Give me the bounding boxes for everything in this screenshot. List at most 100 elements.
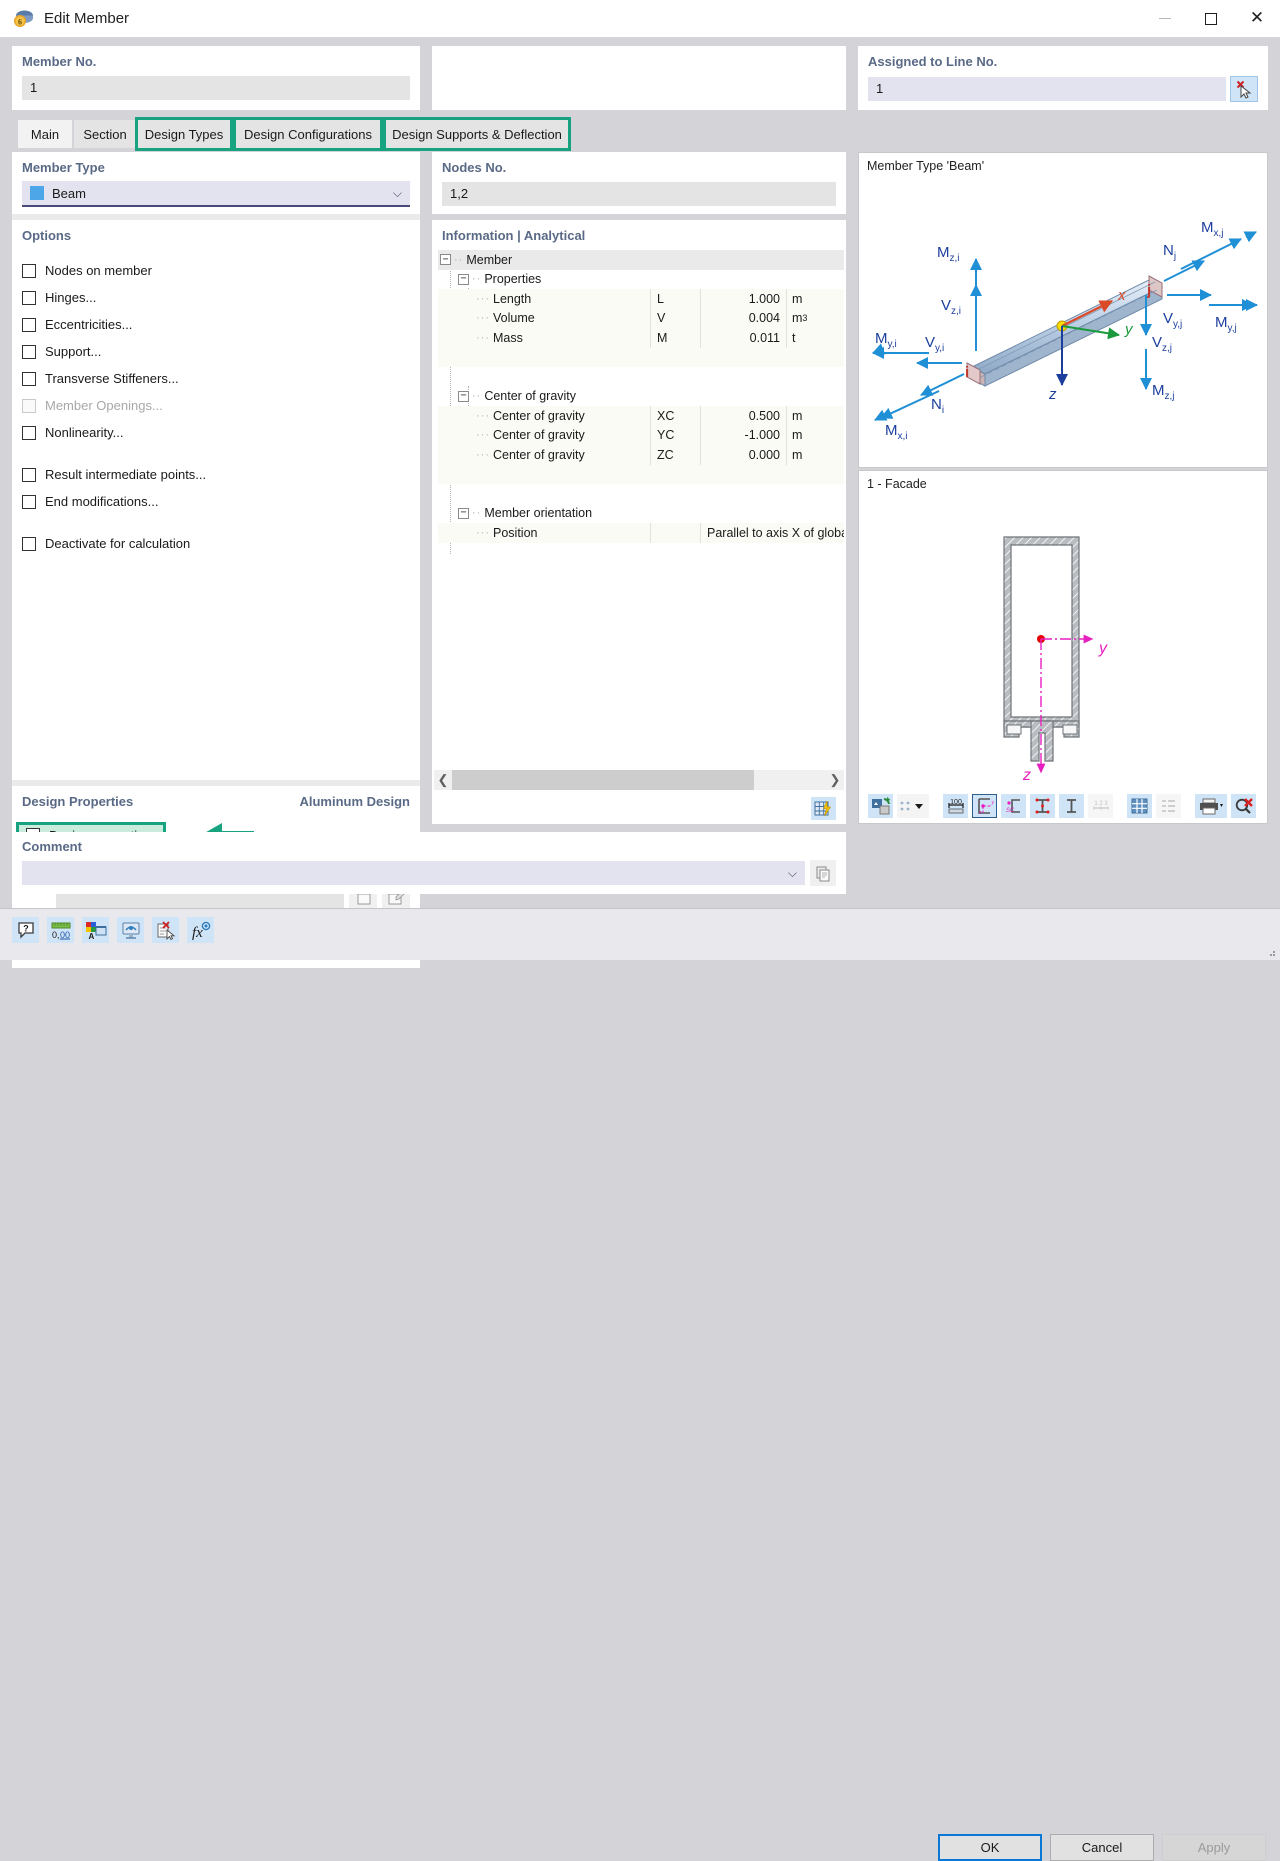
nodes-no-input[interactable]: 1,2	[442, 182, 836, 206]
tree-dots: ···	[476, 292, 490, 305]
scrollbar-track[interactable]	[452, 770, 826, 790]
tree-row-position[interactable]: ··· Position Parallel to axis X of globa	[438, 523, 844, 543]
tree-dots: ···	[476, 429, 490, 442]
tree-symbol: YC	[650, 425, 700, 445]
formula-button[interactable]: fx	[187, 917, 214, 943]
tree-value: 0.000	[700, 445, 786, 465]
option-nodes-on-member[interactable]: Nodes on member	[22, 257, 410, 284]
n-i-arrow	[920, 373, 965, 396]
table-lightning-button[interactable]	[811, 797, 836, 820]
tree-label: Center of gravity	[493, 447, 585, 462]
tab-highlight-design-types	[135, 117, 233, 151]
shear-center-button[interactable]: SC	[1001, 794, 1026, 818]
collapse-icon[interactable]: −	[458, 507, 469, 519]
information-panel: Information | Analytical − ·· Member − ·…	[432, 220, 846, 824]
print-button[interactable]	[1195, 794, 1227, 818]
option-result-intermediate-points[interactable]: Result intermediate points...	[22, 461, 410, 488]
zoom-reset-button[interactable]	[1231, 794, 1256, 818]
tree-row-spacer	[438, 464, 844, 484]
minimize-button[interactable]	[1142, 0, 1188, 38]
grid-icon	[1131, 798, 1148, 814]
svg-text:0,: 0,	[52, 930, 60, 940]
beam-body	[966, 275, 1164, 387]
render-mode-button[interactable]	[868, 794, 893, 818]
collapse-icon[interactable]: −	[458, 273, 469, 285]
principal-axes-button[interactable]: y z	[972, 794, 997, 818]
member-type-color-swatch	[30, 186, 44, 200]
chevron-down-icon[interactable]: ⌵	[788, 861, 797, 885]
window-controls: ✕	[1142, 0, 1280, 38]
resize-grip-icon[interactable]	[1266, 947, 1276, 957]
tree-row-member[interactable]: − ·· Member	[438, 250, 844, 270]
mx-i-label: Mx,i	[885, 422, 908, 442]
chevron-right-icon[interactable]: ❯	[826, 772, 844, 788]
title-bar: 6 Edit Member ✕	[0, 0, 1280, 38]
option-nonlinearity[interactable]: Nonlinearity...	[22, 419, 410, 446]
axis-z-label: z	[1048, 386, 1057, 403]
close-button[interactable]: ✕	[1234, 0, 1280, 38]
maximize-button[interactable]	[1188, 0, 1234, 38]
assigned-line-input[interactable]: 1	[868, 77, 1226, 101]
help-button[interactable]: ?	[12, 917, 39, 943]
tree-row-center-of-gravity-yc[interactable]: ··· Center of gravity YC -1.000 m	[438, 425, 844, 445]
tree-row-length[interactable]: ··· Length L 1.000 m	[438, 289, 844, 309]
information-horizontal-scrollbar[interactable]: ❮ ❯	[434, 770, 844, 790]
tree-row-mass[interactable]: ··· Mass M 0.011 t	[438, 328, 844, 348]
cross-section-view[interactable]: 1 - Facade y z 100 y z SC 1 2 3	[858, 470, 1268, 824]
collapse-icon[interactable]: −	[458, 390, 469, 402]
tab-main[interactable]: Main	[18, 120, 72, 148]
collapse-icon[interactable]: −	[440, 254, 451, 266]
nodes-no-panel: Nodes No. 1,2	[432, 152, 846, 214]
delete-object-icon	[157, 920, 175, 940]
tree-row-properties[interactable]: − ·· Properties	[438, 270, 844, 290]
checkbox-icon	[22, 536, 36, 551]
svg-text:6: 6	[18, 17, 22, 26]
scrollbar-thumb[interactable]	[452, 770, 754, 790]
option-transverse-stiffeners[interactable]: Transverse Stiffeners...	[22, 365, 410, 392]
tree-row-member-orientation-group[interactable]: − ·· Member orientation	[438, 504, 844, 524]
information-tree[interactable]: − ·· Member − ·· Properties ··· Length L…	[438, 250, 844, 768]
tab-section[interactable]: Section	[74, 120, 136, 148]
tree-value: -1.000	[700, 425, 786, 445]
display-properties-button[interactable]: A	[82, 917, 109, 943]
pick-line-button[interactable]	[1230, 76, 1258, 102]
cancel-button[interactable]: Cancel	[1050, 1834, 1154, 1861]
tree-dots: ···	[476, 312, 490, 325]
tree-row-center-of-gravity-zc[interactable]: ··· Center of gravity ZC 0.000 m	[438, 445, 844, 465]
tree-dots: ···	[476, 448, 490, 461]
tree-row-volume[interactable]: ··· Volume V 0.004 m3	[438, 308, 844, 328]
delete-object-button[interactable]	[152, 917, 179, 943]
section-outline-icon	[1067, 799, 1076, 813]
tree-symbol: ZC	[650, 445, 700, 465]
copy-comment-button[interactable]	[810, 860, 836, 886]
dimensions-button[interactable]: 100	[943, 794, 968, 818]
stress-points-button[interactable]	[1030, 794, 1055, 818]
main-tab-left-column: Member Type Beam ⌵ Options Nodes on memb…	[12, 152, 420, 968]
mz-i-label: Mz,i	[937, 244, 960, 264]
option-hinges[interactable]: Hinges...	[22, 284, 410, 311]
units-and-decimal-places-button[interactable]: 0, 00	[47, 917, 74, 943]
tree-unit: m3	[786, 308, 838, 328]
option-deactivate-for-calculation[interactable]: Deactivate for calculation	[22, 530, 410, 557]
option-label: Transverse Stiffeners...	[45, 371, 179, 386]
checkbox-icon	[22, 425, 36, 440]
ok-button[interactable]: OK	[938, 1834, 1042, 1861]
option-eccentricities[interactable]: Eccentricities...	[22, 311, 410, 338]
snap-points-dropdown[interactable]	[897, 794, 929, 818]
section-outline-button[interactable]	[1059, 794, 1084, 818]
member-type-combobox[interactable]: Beam ⌵	[22, 181, 410, 207]
comment-combobox[interactable]: ⌵	[22, 861, 805, 885]
grid-button[interactable]	[1127, 794, 1152, 818]
dialog-bottom-bar: ? 0, 00 A fx OK Cancel Apply	[0, 908, 1280, 1861]
axis-x-label: x	[1117, 287, 1126, 304]
tab-strip: Main Section Design Types Design Configu…	[12, 117, 1268, 151]
view-mode-button[interactable]	[117, 917, 144, 943]
member-no-input[interactable]: 1	[22, 76, 410, 100]
option-end-modifications[interactable]: End modifications...	[22, 488, 410, 515]
tree-row-center-of-gravity-xc[interactable]: ··· Center of gravity XC 0.500 m	[438, 406, 844, 426]
tree-row-center-of-gravity-group[interactable]: − ·· Center of gravity	[438, 387, 844, 407]
vy-i-label: Vy,i	[925, 334, 944, 354]
option-support[interactable]: Support...	[22, 338, 410, 365]
chevron-left-icon[interactable]: ❮	[434, 772, 452, 788]
member-3d-view[interactable]: Member Type 'Beam' x y z i j Mz,i Vz,i M…	[858, 152, 1268, 468]
